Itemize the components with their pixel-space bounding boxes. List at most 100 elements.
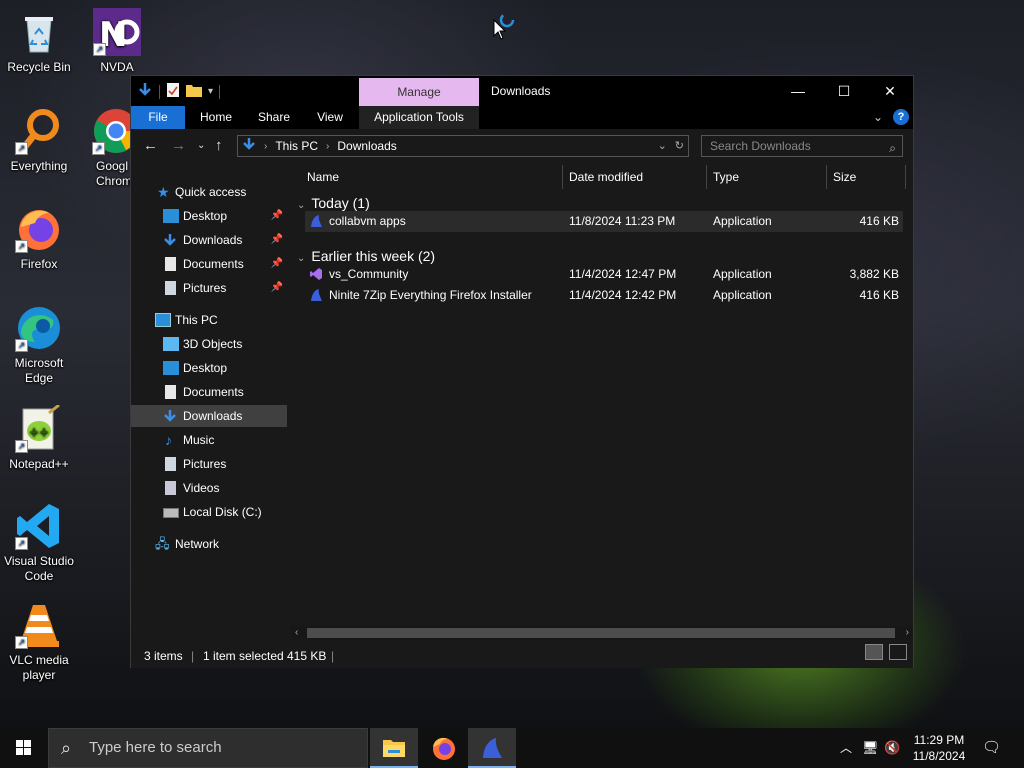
tab-share[interactable]: Share	[247, 106, 301, 129]
column-divider[interactable]	[826, 165, 827, 189]
taskbar-installer[interactable]	[468, 728, 516, 768]
taskbar-search-box[interactable]: ⌕ Type here to search	[48, 728, 368, 768]
horizontal-scrollbar[interactable]: ‹ ›	[291, 626, 913, 640]
file-row[interactable]: Ninite 7Zip Everything Firefox Installer…	[305, 285, 903, 306]
file-size: 3,882 KB	[849, 267, 899, 281]
tab-home[interactable]: Home	[185, 106, 247, 129]
nav-qa-downloads[interactable]: Downloads 📌	[131, 229, 287, 251]
desktop-icon-recycle-bin[interactable]: Recycle Bin	[1, 8, 77, 75]
nav-label: Documents	[183, 257, 244, 271]
taskbar-clock[interactable]: 11:29 PM 11/8/2024	[906, 732, 972, 764]
column-divider[interactable]	[905, 165, 906, 189]
column-header-size[interactable]: Size	[833, 163, 856, 191]
up-button[interactable]: ↑	[215, 137, 223, 154]
desktop-icon-vlc[interactable]: ↗ VLC media player	[1, 601, 77, 683]
column-header-type[interactable]: Type	[713, 163, 739, 191]
back-button[interactable]: ←	[143, 137, 158, 154]
chevron-down-icon: ⌄	[297, 200, 306, 211]
column-header-date[interactable]: Date modified	[569, 163, 643, 191]
column-divider[interactable]	[562, 165, 563, 189]
title-bar[interactable]: ▾ Manage Downloads — ☐ ✕	[131, 76, 913, 106]
file-date: 11/4/2024 12:42 PM	[569, 288, 677, 302]
shortcut-arrow-icon: ↗	[15, 240, 28, 253]
computer-icon	[155, 313, 171, 327]
start-button[interactable]	[0, 728, 48, 768]
notifications-icon[interactable]: 🗨	[982, 728, 1001, 768]
nav-pc-documents[interactable]: Documents	[131, 381, 287, 403]
tab-view[interactable]: View	[301, 106, 359, 129]
desktop-icon-nvda[interactable]: N ↗ NVDA	[79, 8, 155, 75]
windows-logo-icon	[16, 740, 31, 755]
nav-qa-documents[interactable]: Documents 📌	[131, 253, 287, 275]
desktop-icon-label: Recycle Bin	[7, 60, 71, 74]
desktop-icon-firefox[interactable]: ↗ Firefox	[1, 205, 77, 272]
forward-button[interactable]: →	[171, 137, 186, 154]
refresh-icon[interactable]: ↻	[675, 139, 684, 152]
nav-pc-videos[interactable]: Videos	[131, 477, 287, 499]
desktop-icon-edge[interactable]: ↗ Microsoft Edge	[1, 304, 77, 386]
breadcrumb-this-pc[interactable]: This PC	[275, 139, 318, 153]
nav-pc-music[interactable]: ♪ Music	[131, 429, 287, 451]
downloads-folder-icon	[163, 233, 179, 247]
address-dropdown-icon[interactable]: ⌄	[658, 139, 667, 152]
file-row[interactable]: vs_Community 11/4/2024 12:47 PM Applicat…	[305, 264, 903, 285]
minimize-button[interactable]: —	[775, 76, 821, 106]
file-type: Application	[713, 267, 772, 281]
details-view-button[interactable]	[865, 644, 883, 660]
tab-application-tools[interactable]: Application Tools	[359, 106, 479, 129]
breadcrumb-downloads[interactable]: Downloads	[337, 139, 396, 153]
close-button[interactable]: ✕	[867, 76, 913, 106]
taskbar: ⌕ Type here to search ︿ 🖥 🔇 11:29 PM 11/…	[0, 728, 1024, 768]
properties-icon[interactable]	[166, 82, 180, 101]
desktop-icon-vscode[interactable]: ↗ Visual Studio Code	[1, 502, 77, 584]
column-divider[interactable]	[706, 165, 707, 189]
nav-qa-desktop[interactable]: Desktop 📌	[131, 205, 287, 227]
tab-manage[interactable]: Manage	[359, 78, 479, 106]
nav-label: Pictures	[183, 457, 227, 471]
firefox-icon	[433, 737, 455, 760]
nav-label: Desktop	[183, 209, 228, 223]
search-input[interactable]: Search Downloads ⌕	[701, 135, 903, 157]
nav-pc-pictures[interactable]: Pictures	[131, 453, 287, 475]
large-icons-view-button[interactable]	[889, 644, 907, 660]
file-row[interactable]: collabvm apps 11/8/2024 11:23 PM Applica…	[305, 211, 903, 232]
group-header[interactable]: ⌄ Earlier this week (2)	[297, 248, 435, 264]
taskbar-file-explorer[interactable]	[370, 728, 418, 768]
scroll-right-icon[interactable]: ›	[906, 626, 909, 640]
scrollbar-thumb[interactable]	[307, 628, 895, 638]
status-selected: 1 item selected	[203, 649, 284, 663]
pictures-folder-icon	[165, 457, 176, 471]
nav-network[interactable]: 🖧 Network	[131, 533, 287, 555]
help-button[interactable]: ?	[893, 109, 909, 125]
pictures-folder-icon	[165, 281, 176, 295]
volume-muted-icon[interactable]: 🔇	[884, 728, 900, 768]
column-header-name[interactable]: Name	[307, 163, 339, 191]
nav-pc-local-disk[interactable]: Local Disk (C:)	[131, 501, 287, 523]
nav-pc-downloads[interactable]: Downloads	[131, 405, 287, 427]
nav-this-pc[interactable]: This PC	[131, 309, 287, 331]
show-hidden-icons-icon[interactable]: ︿	[840, 728, 852, 768]
scroll-left-icon[interactable]: ‹	[295, 626, 298, 640]
desktop-icon-notepadpp[interactable]: ++ ↗ Notepad++	[1, 403, 77, 472]
expand-ribbon-icon[interactable]: ⌄	[873, 110, 883, 124]
nav-pc-3d-objects[interactable]: 3D Objects	[131, 333, 287, 355]
nav-pc-desktop[interactable]: Desktop	[131, 357, 287, 379]
customize-qat-icon[interactable]: ▾	[208, 86, 213, 97]
address-bar[interactable]: › This PC › Downloads ⌄ ↻	[237, 135, 689, 157]
maximize-button[interactable]: ☐	[821, 76, 867, 106]
taskbar-firefox[interactable]	[420, 728, 468, 768]
new-folder-icon[interactable]	[186, 83, 202, 100]
documents-folder-icon	[165, 385, 176, 399]
tab-file[interactable]: File	[131, 106, 185, 129]
desktop-icon-everything[interactable]: ↗ Everything	[1, 107, 77, 174]
group-header[interactable]: ⌄ Today (1)	[297, 195, 370, 211]
shortcut-arrow-icon: ↗	[93, 43, 106, 56]
network-tray-icon[interactable]: 🖥	[862, 728, 879, 768]
nav-quick-access[interactable]: ★ Quick access	[131, 181, 287, 203]
nav-qa-pictures[interactable]: Pictures 📌	[131, 277, 287, 299]
desktop-icon-chrome[interactable]: ↗ Googl Chrom	[78, 107, 138, 189]
firefox-icon: ↗	[15, 205, 63, 253]
search-icon[interactable]: ⌕	[889, 138, 896, 158]
recent-locations-button[interactable]: ⌄	[197, 140, 205, 151]
svg-text:++: ++	[29, 425, 49, 439]
